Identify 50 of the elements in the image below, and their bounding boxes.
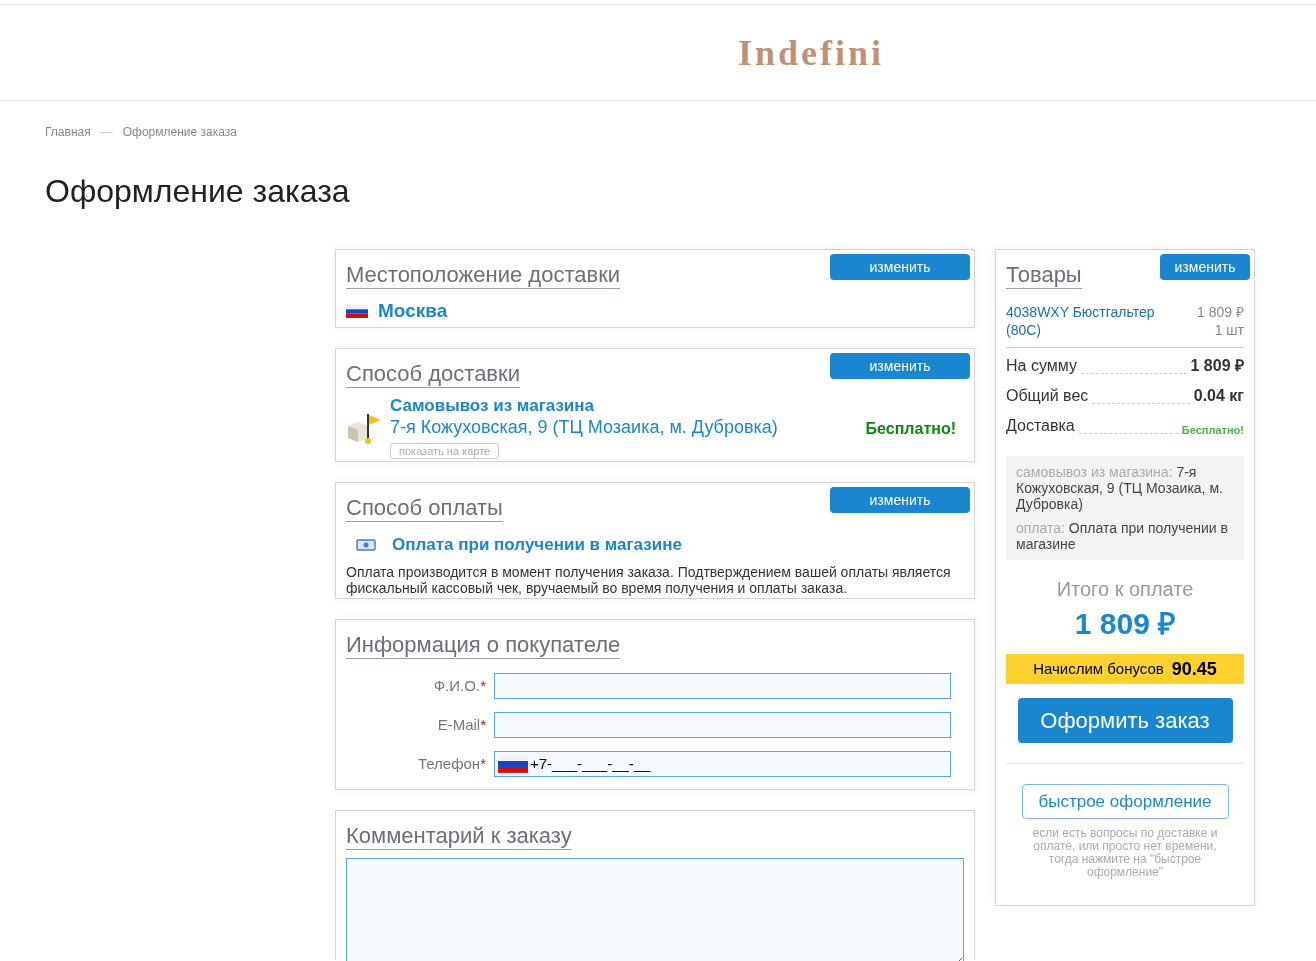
payment-description: Оплата производится в момент получения заказа. Подтверждением вашей оплаты является фискальный кассовый чек, вручаемый во время получения и оплаты заказа. bbox=[346, 563, 952, 596]
payment-name: Оплата при получении в магазине bbox=[392, 534, 682, 556]
breadcrumb-separator: — bbox=[100, 124, 113, 141]
breadcrumb-link[interactable]: Главная bbox=[45, 123, 91, 141]
total-value: Бесплатно! bbox=[1181, 422, 1244, 438]
place-order-button[interactable]: Оформить заказ bbox=[1017, 698, 1233, 743]
field-label: Телефон* bbox=[416, 753, 487, 774]
total-amount: 1 809 ₽ bbox=[1073, 606, 1177, 642]
logo[interactable]: Indefini bbox=[737, 25, 884, 80]
total-label: На сумму bbox=[1006, 356, 1077, 376]
product-link[interactable]: 4038WXY Бюстгальтер (80C) bbox=[1006, 303, 1166, 339]
page-title: Оформление заказа bbox=[44, 172, 351, 211]
section-title: Способ доставки bbox=[346, 361, 520, 388]
city-name[interactable]: Москва bbox=[378, 297, 448, 326]
note-text: оплата: Оплата при получении в магазине bbox=[1016, 520, 1229, 552]
input-field[interactable] bbox=[494, 673, 951, 699]
total-label: Доставка bbox=[1006, 416, 1075, 436]
change-button[interactable]: изменить bbox=[830, 353, 970, 379]
section-title: Товары bbox=[1006, 262, 1082, 289]
delivery-price: Бесплатно! bbox=[865, 419, 956, 439]
product-quantity: 1 шт bbox=[1213, 321, 1244, 339]
bonus-banner: Начислим бонусов 90.45 bbox=[1006, 654, 1244, 684]
section-title: Местоположение доставки bbox=[346, 262, 621, 289]
cash-icon bbox=[356, 538, 376, 551]
section-title: Комментарий к заказу bbox=[346, 823, 572, 850]
section-title: Информация о покупателе bbox=[346, 632, 621, 659]
field-label: Ф.И.О.* bbox=[432, 675, 487, 696]
field-label: E-Mail* bbox=[436, 714, 487, 735]
quick-order-hint: если есть вопросы по доставке и оплате, или просто нет времени, тогда нажмите на "быстрое оформление" bbox=[1031, 827, 1219, 879]
russia-flag-icon bbox=[346, 304, 368, 318]
product-price: 1 809 ₽ bbox=[1197, 303, 1244, 321]
comment-field[interactable] bbox=[346, 858, 964, 961]
box-flag-icon bbox=[346, 412, 382, 446]
change-button[interactable]: изменить bbox=[830, 487, 970, 513]
section-title: Способ оплаты bbox=[346, 495, 503, 522]
change-button[interactable]: изменить bbox=[830, 254, 970, 280]
store-address: 7-я Кожуховская, 9 (ТЦ Мозаика, м. Дубровка) bbox=[390, 416, 779, 438]
change-button[interactable]: изменить bbox=[1160, 254, 1250, 280]
russia-flag-icon bbox=[498, 755, 528, 773]
show-on-map-button[interactable]: показать на карте bbox=[390, 443, 500, 459]
total-value: 1 809 ₽ bbox=[1190, 356, 1244, 376]
phone-field[interactable]: +7-___-___-__-__ bbox=[494, 751, 951, 777]
quick-order-button[interactable]: быстрое оформление bbox=[1021, 784, 1229, 819]
total-value: 0.04 кг bbox=[1193, 386, 1244, 406]
input-field[interactable] bbox=[494, 712, 951, 738]
delivery-name: Самовывоз из магазина bbox=[390, 396, 595, 416]
total-label: Общий вес bbox=[1006, 386, 1089, 406]
breadcrumb-link[interactable]: Оформление заказа bbox=[122, 123, 237, 141]
note-text: самовывоз из магазина: 7-я Кожуховская, 9 (ТЦ Мозаика, м. Дубровка) bbox=[1016, 464, 1224, 512]
total-label: Итого к оплате bbox=[1055, 577, 1195, 602]
